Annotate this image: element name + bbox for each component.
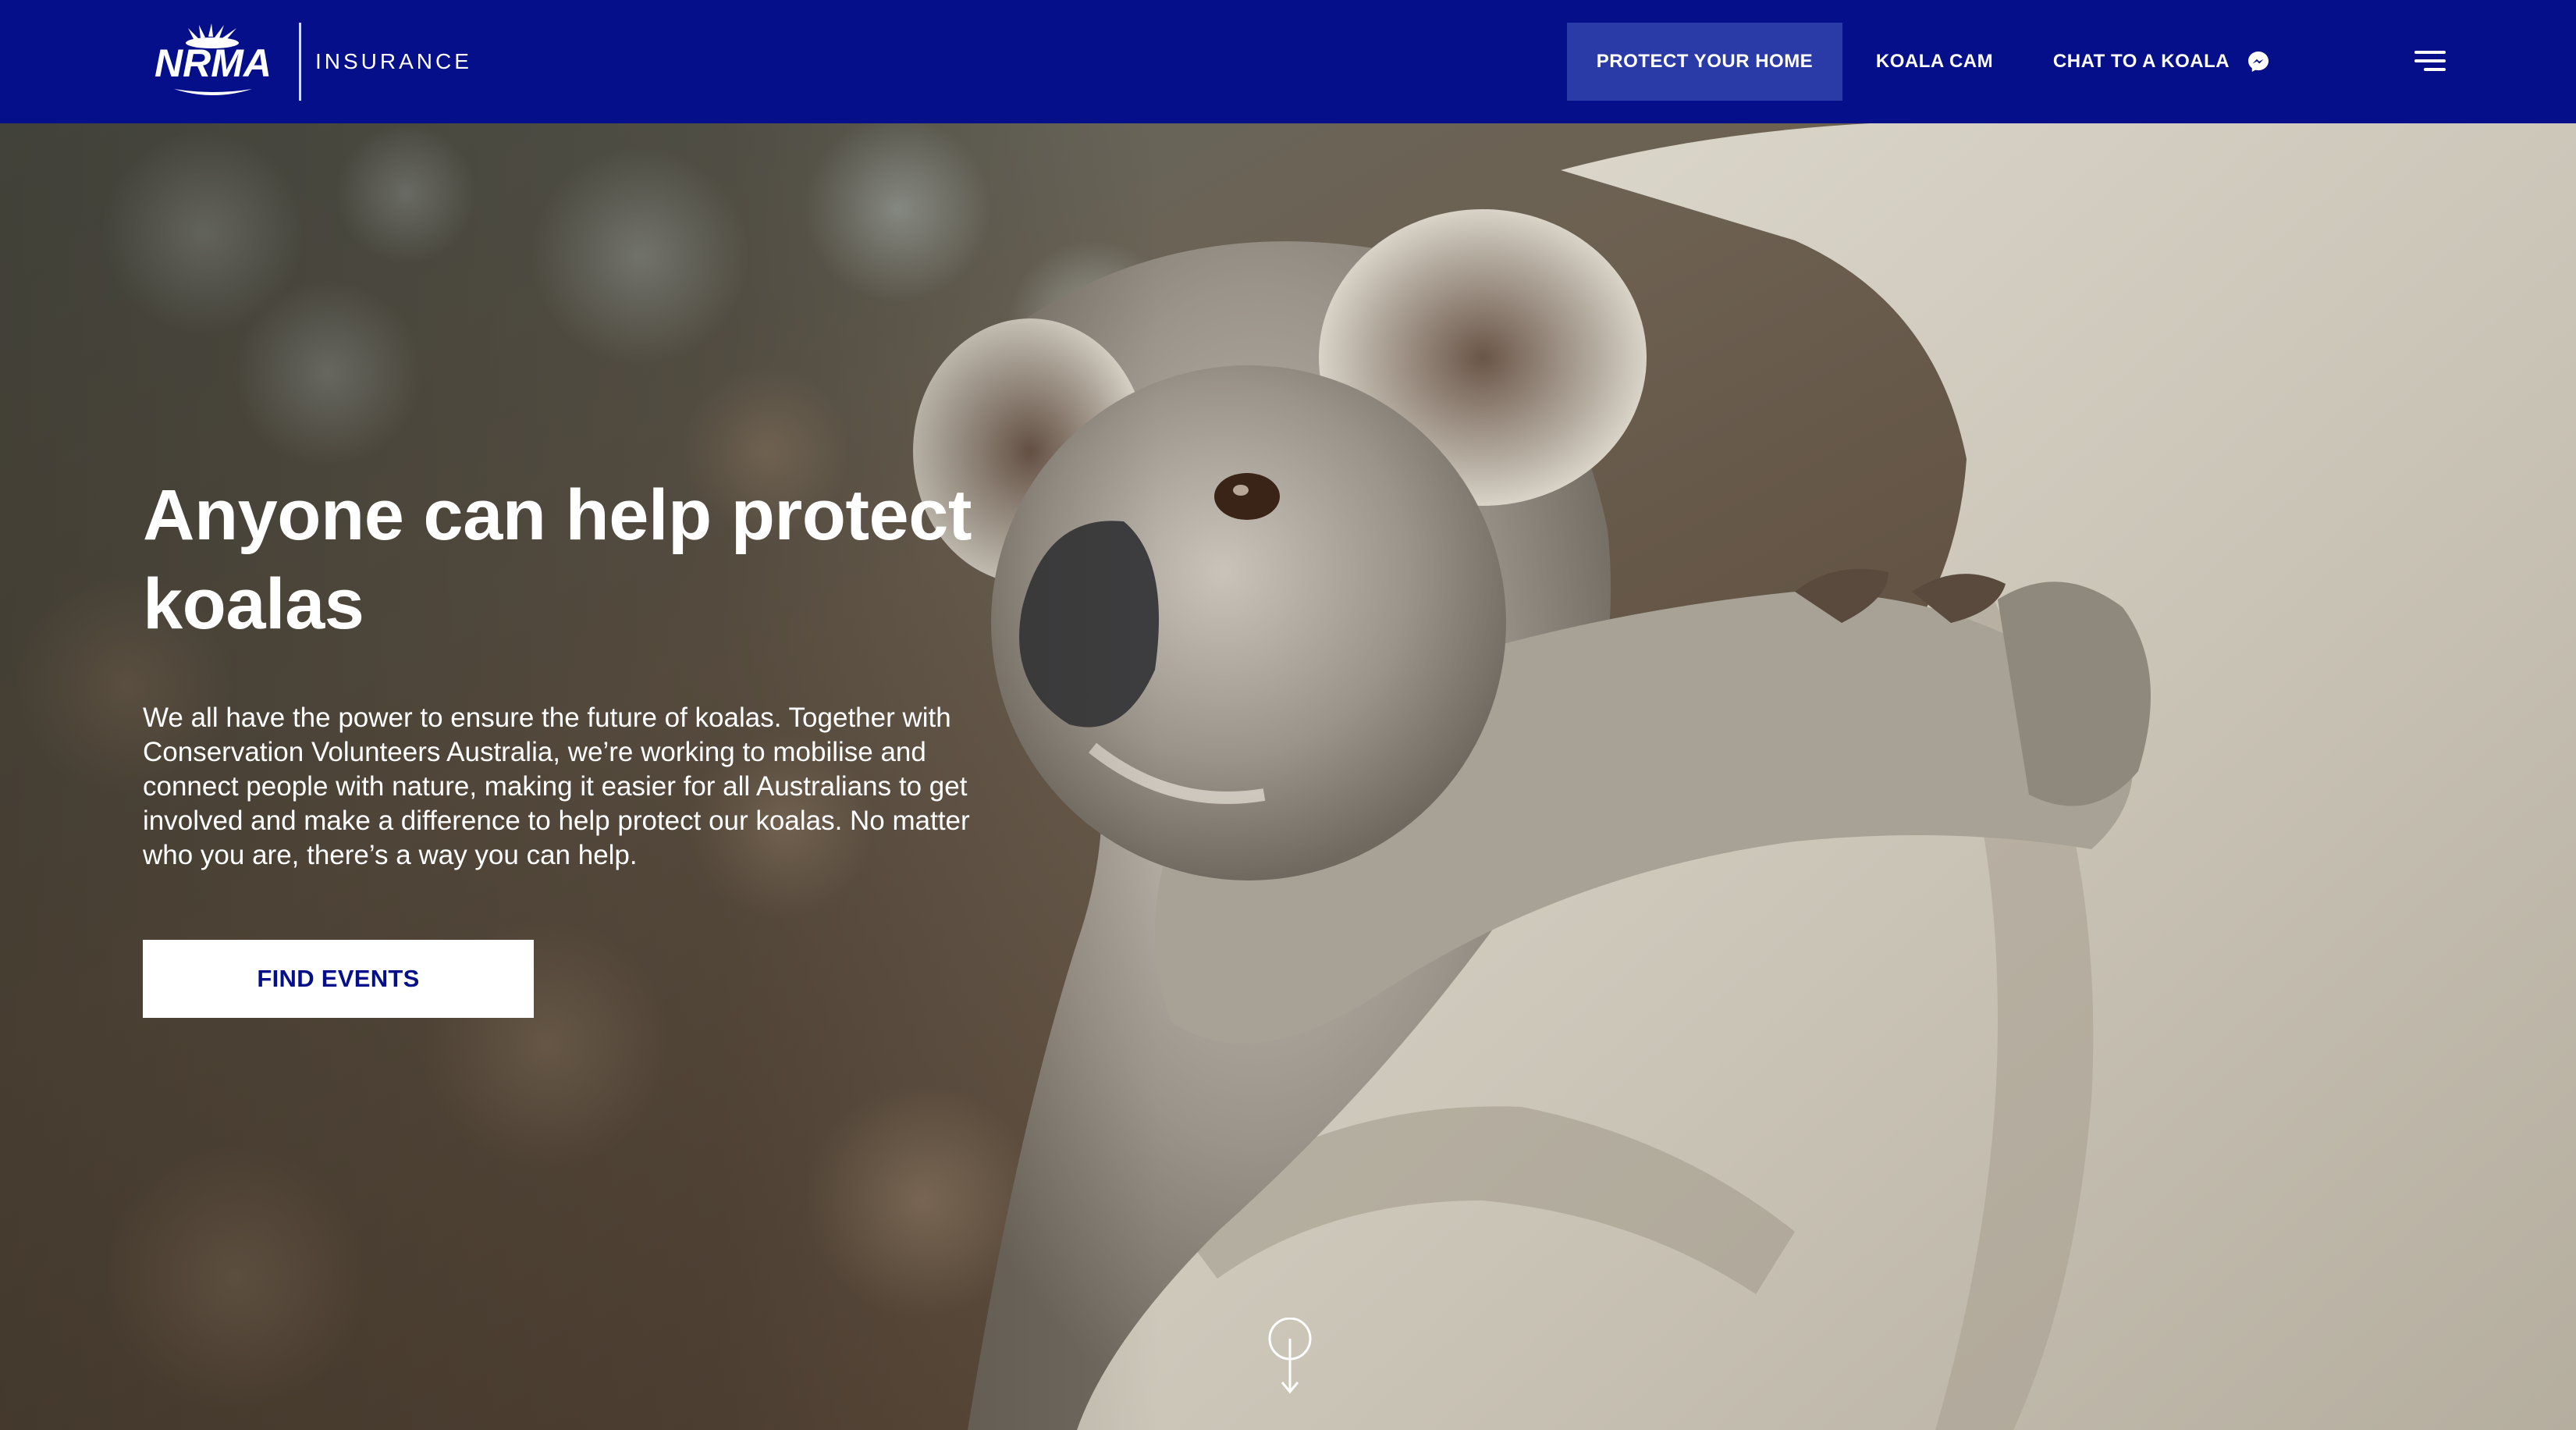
nav-koala-cam[interactable]: KOALA CAM <box>1842 23 2027 101</box>
hero-section: Anyone can help protect koalas We all ha… <box>0 123 2576 1430</box>
hero-title: Anyone can help protect koalas <box>143 475 972 644</box>
find-events-button[interactable]: FIND EVENTS <box>143 940 534 1018</box>
nav-chat-label: CHAT TO A KOALA <box>2052 51 2230 72</box>
nav-protect-your-home[interactable]: PROTECT YOUR HOME <box>1567 23 1842 101</box>
scroll-down-icon[interactable] <box>1266 1317 1314 1396</box>
logo-division-label: INSURANCE <box>315 49 472 73</box>
nrma-logo-mark: NRMA <box>143 22 283 101</box>
nav-chat-to-a-koala[interactable]: CHAT TO A KOALA <box>2045 23 2279 101</box>
messenger-icon <box>2247 50 2270 73</box>
logo-divider <box>299 23 301 101</box>
hamburger-menu-icon[interactable] <box>2397 45 2446 76</box>
nrma-logo[interactable]: NRMA INSURANCE <box>143 22 472 101</box>
hero-body: We all have the power to ensure the futu… <box>143 703 970 870</box>
site-header: NRMA INSURANCE PROTECT YOUR HOME KOALA C… <box>0 0 2576 123</box>
svg-text:NRMA: NRMA <box>155 41 272 85</box>
